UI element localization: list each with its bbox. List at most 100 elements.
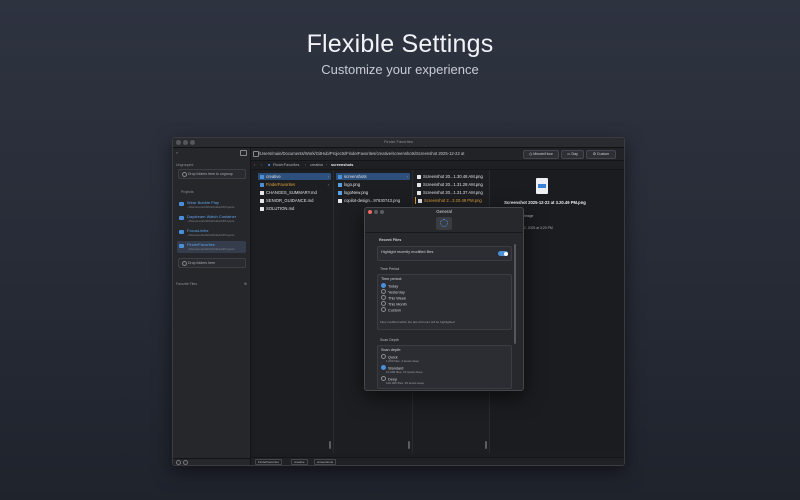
preview-kind: Image [524,214,534,218]
project-path: ~/Documents/Work/GitHub/Projects [187,205,235,209]
sidebar: ⌕ Ungrouped Drop folders here to ungroup… [173,148,251,465]
minute-hour-button[interactable]: ◷ Minute/Hour [523,150,559,159]
plus-icon [182,172,187,177]
radio-today[interactable]: Today [381,283,398,289]
project-path: ~/Documents/Work/GitHub/Projects [187,219,235,223]
drop-folders-text: Drop folders here [188,261,216,265]
folder-icon [179,230,184,234]
document-icon [260,190,264,195]
hero-title: Flexible Settings [306,30,494,58]
toolbar: /Users/main/Documents/Work/GitHub/Projec… [251,148,624,161]
drop-folders-zone[interactable]: Drop folders here [178,258,246,268]
list-item[interactable]: creative › [258,173,331,180]
list-item[interactable]: Screenshot 20...1.31.28 AM.png [415,181,483,188]
list-item[interactable]: copilot-design...97630743.png [336,197,400,204]
image-icon [417,182,421,187]
folder-icon [179,202,184,206]
radio-yesterday[interactable]: Yesterday [381,289,405,295]
scan-depth-heading: Scan Depth [380,338,399,342]
breadcrumb: ‹ › ■ FinderFavorites › creative › scree… [251,161,624,170]
favorite-files-label: Favorite Files [176,282,198,286]
path-field[interactable]: /Users/main/Documents/Work/GitHub/Projec… [259,151,519,156]
list-item[interactable]: SENIOR_GUIDANCE.md [258,197,313,204]
column-1: creative › FinderFavorites › CHANGES_SUMMA… [256,170,334,453]
image-icon [417,190,421,195]
day-button[interactable]: ▭ Day [561,150,584,159]
preview-date: 2, 2025 at 3:20 PM [524,226,553,230]
dialog-scrollbar[interactable] [514,244,516,344]
ungrouped-label: Ungrouped [176,163,194,167]
radio-this-month[interactable]: This Month [381,301,407,307]
list-item[interactable]: FinderFavorites › [258,181,331,188]
drop-ungroup-zone[interactable]: Drop folders here to ungroup [178,169,246,179]
search-icon[interactable]: ⌕ [176,150,178,155]
scrollbar[interactable] [485,441,487,449]
status-path-item[interactable]: FinderFavorites [255,459,282,465]
sidebar-item-project[interactable]: FocusLimits ~/Documents/Work/GitHub/Proj… [177,227,246,239]
sidebar-item-project[interactable]: Wear Bubble Play ~/Documents/Work/GitHub… [177,199,246,211]
list-item[interactable]: logoNew.png [336,189,368,196]
drop-ungroup-text: Drop folders here to ungroup [188,172,233,176]
list-item[interactable]: logo.png [336,181,360,188]
back-icon[interactable]: ‹ [254,161,255,169]
image-icon [418,198,422,203]
tab-general[interactable] [436,217,452,230]
png-file-icon [536,178,548,194]
window-title: Finder Favorites [384,139,413,144]
scan-depth-label: Scan depth: [381,348,402,352]
image-icon [417,174,421,179]
project-path: ~/Documents/Work/GitHub/Projects [187,233,235,237]
folder-icon: ■ [268,163,271,167]
folder-icon [179,216,184,220]
list-item-highlighted[interactable]: Screenshot 2...3.20.49 PM.png [415,197,482,204]
image-icon [338,198,342,203]
list-item[interactable]: SOLUTION.md [258,205,294,212]
scrollbar[interactable] [329,441,331,449]
preview-filename: Screenshot 2025-12-22 at 3.20.49 PM.png [504,200,586,205]
quick-desc: 1,000 files, 3 levels deep [386,359,420,363]
dialog-titlebar: General [365,208,523,215]
divider [365,232,523,233]
settings-icon[interactable] [183,460,188,465]
breadcrumb-separator: › [326,163,328,167]
highlight-label: Highlight recently modified files [381,250,434,254]
highlight-toggle[interactable] [498,251,508,256]
folder-icon [338,174,342,179]
sidebar-item-project[interactable]: Daydream Watch Container ~/Documents/Wor… [177,213,246,225]
recent-files-heading: Recent Files [379,238,402,242]
breadcrumb-item[interactable]: creative [310,161,323,169]
list-item[interactable]: Screenshot 20...1.30.48 AM.png [415,173,483,180]
add-icon[interactable] [176,460,181,465]
folder-icon [260,182,264,187]
standard-desc: 10,000 files, 10 levels deep [386,370,423,374]
gear-icon [440,219,448,227]
scrollbar[interactable] [408,441,410,449]
folder-add-icon[interactable] [240,150,247,156]
list-item[interactable]: Screenshot 20...1.31.37 AM.png [415,189,483,196]
radio-this-week[interactable]: This Week [381,295,406,301]
custom-button[interactable]: ⚙ Custom [586,150,616,159]
status-path-item[interactable]: creative [291,459,308,465]
image-icon [338,182,342,187]
plus-icon [182,261,187,266]
collapse-icon[interactable]: ⊕ [244,281,247,286]
image-icon [338,190,342,195]
settings-dialog: General Recent Files Highlight recently … [364,207,524,391]
deep-desc: 100,000 files, 25 levels deep [386,381,425,385]
document-icon [260,206,264,211]
project-path: ~/Documents/Work/GitHub/Projects [187,247,235,251]
hero-subtitle: Customize your experience [321,62,479,77]
forward-icon[interactable]: › [261,161,262,169]
radio-custom[interactable]: Custom [381,307,401,313]
list-item[interactable]: CHANGES_SUMMARY.md [258,189,317,196]
breadcrumb-item[interactable]: FinderFavorites [273,161,299,169]
sidebar-footer [173,458,250,465]
breadcrumb-separator: › [305,163,307,167]
time-period-heading: Time Period [380,267,400,271]
status-bar: FinderFavorites creative screenshots [251,457,624,465]
breadcrumb-item-current[interactable]: screenshots [331,161,353,169]
list-item[interactable]: screenshots › [336,173,410,180]
sidebar-item-project-selected[interactable]: FinderFavorites ~/Documents/Work/GitHub/… [177,241,246,253]
status-path-item[interactable]: screenshots [314,459,337,465]
time-period-label: Time period: [381,277,402,281]
